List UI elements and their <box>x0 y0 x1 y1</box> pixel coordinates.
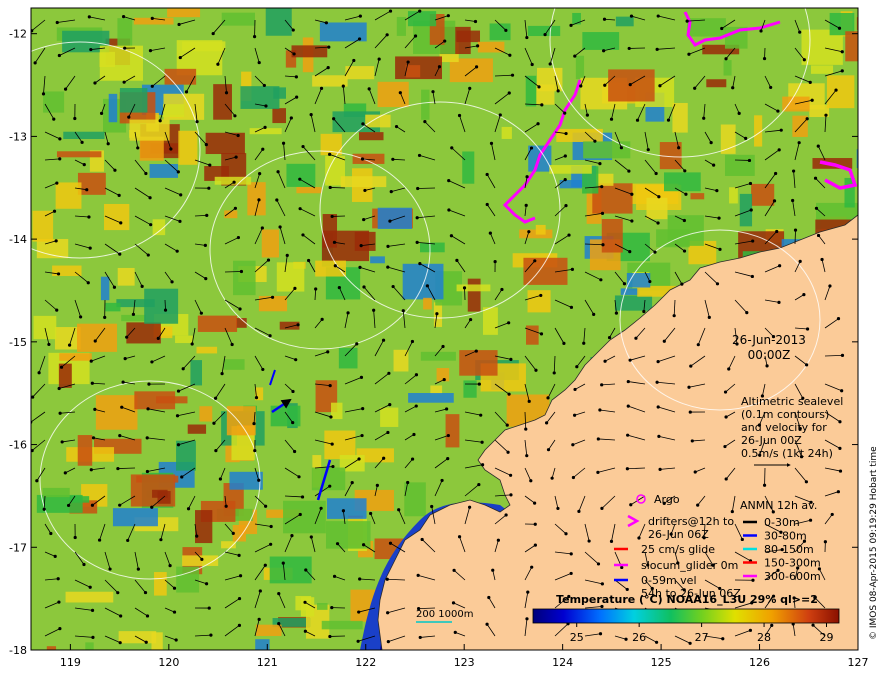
lon-tick-label: 127 <box>848 656 869 669</box>
lon-tick-label: 125 <box>651 656 672 669</box>
svg-text:0-59m vel: 0-59m vel <box>641 574 697 587</box>
svg-text:(0.1m contours): (0.1m contours) <box>741 408 829 421</box>
lon-tick-label: 119 <box>60 656 81 669</box>
lon-tick-label: 123 <box>454 656 475 669</box>
credit-text: © IMOS 08-Apr-2015 09:19:29 Hobart time <box>869 446 879 640</box>
lat-tick-label: -12 <box>9 28 27 41</box>
colorbar-tick-label: 26 <box>632 631 646 644</box>
lat-tick-label: -17 <box>9 541 27 554</box>
lat-tick-label: -15 <box>9 336 27 349</box>
lon-tick-label: 124 <box>552 656 573 669</box>
svg-text:Argo: Argo <box>654 493 680 506</box>
anmn-legend-item: 30-80m <box>764 530 807 543</box>
svg-text:Altimetric sealevel: Altimetric sealevel <box>741 395 843 408</box>
lat-tick-label: -13 <box>9 130 27 143</box>
anmn-legend-item: 0-30m <box>764 516 800 529</box>
anmn-legend-item: 80-150m <box>764 543 814 556</box>
bathy-contour-label: 200 1000m <box>416 609 473 620</box>
map-date: 26-Jun-2013 <box>732 333 806 347</box>
lon-tick-label: 126 <box>749 656 770 669</box>
lat-tick-label: -16 <box>9 439 27 452</box>
lat-tick-label: -18 <box>9 644 27 657</box>
colorbar-title: Temperature (°C) NOAA16_L3U 29% ql>=2 <box>556 593 818 606</box>
map-time: 00:00Z <box>748 348 791 362</box>
lon-tick-label: 122 <box>355 656 376 669</box>
colorbar-tick-label: 28 <box>757 631 771 644</box>
lon-tick-label: 121 <box>257 656 278 669</box>
svg-text:25 cm/s glide: 25 cm/s glide <box>641 543 715 556</box>
anmn-legend-item: 300-600m <box>764 570 821 583</box>
svg-text:drifters@12h to: drifters@12h to <box>648 515 734 528</box>
colorbar-tick-label: 25 <box>570 631 584 644</box>
svg-text:26-Jun 00Z: 26-Jun 00Z <box>741 434 802 447</box>
svg-text:26-Jun 06Z: 26-Jun 06Z <box>648 528 709 541</box>
svg-text:slocum_glider 0m: slocum_glider 0m <box>641 559 738 572</box>
svg-text:ANMN 12h av.: ANMN 12h av. <box>740 499 817 512</box>
colorbar-tick-label: 27 <box>695 631 709 644</box>
svg-text:and velocity for: and velocity for <box>741 421 827 434</box>
colorbar-tick-label: 29 <box>820 631 834 644</box>
ocean-temperature-map: 119 120 121 122 123 124 125 126 127 -12 -13 -14 -15… <box>0 0 880 680</box>
lon-tick-label: 120 <box>158 656 179 669</box>
svg-text:0.5m/s (1kt 24h): 0.5m/s (1kt 24h) <box>741 447 833 460</box>
lat-tick-label: -14 <box>9 233 27 246</box>
anmn-legend-item: 150-300m <box>764 557 821 570</box>
